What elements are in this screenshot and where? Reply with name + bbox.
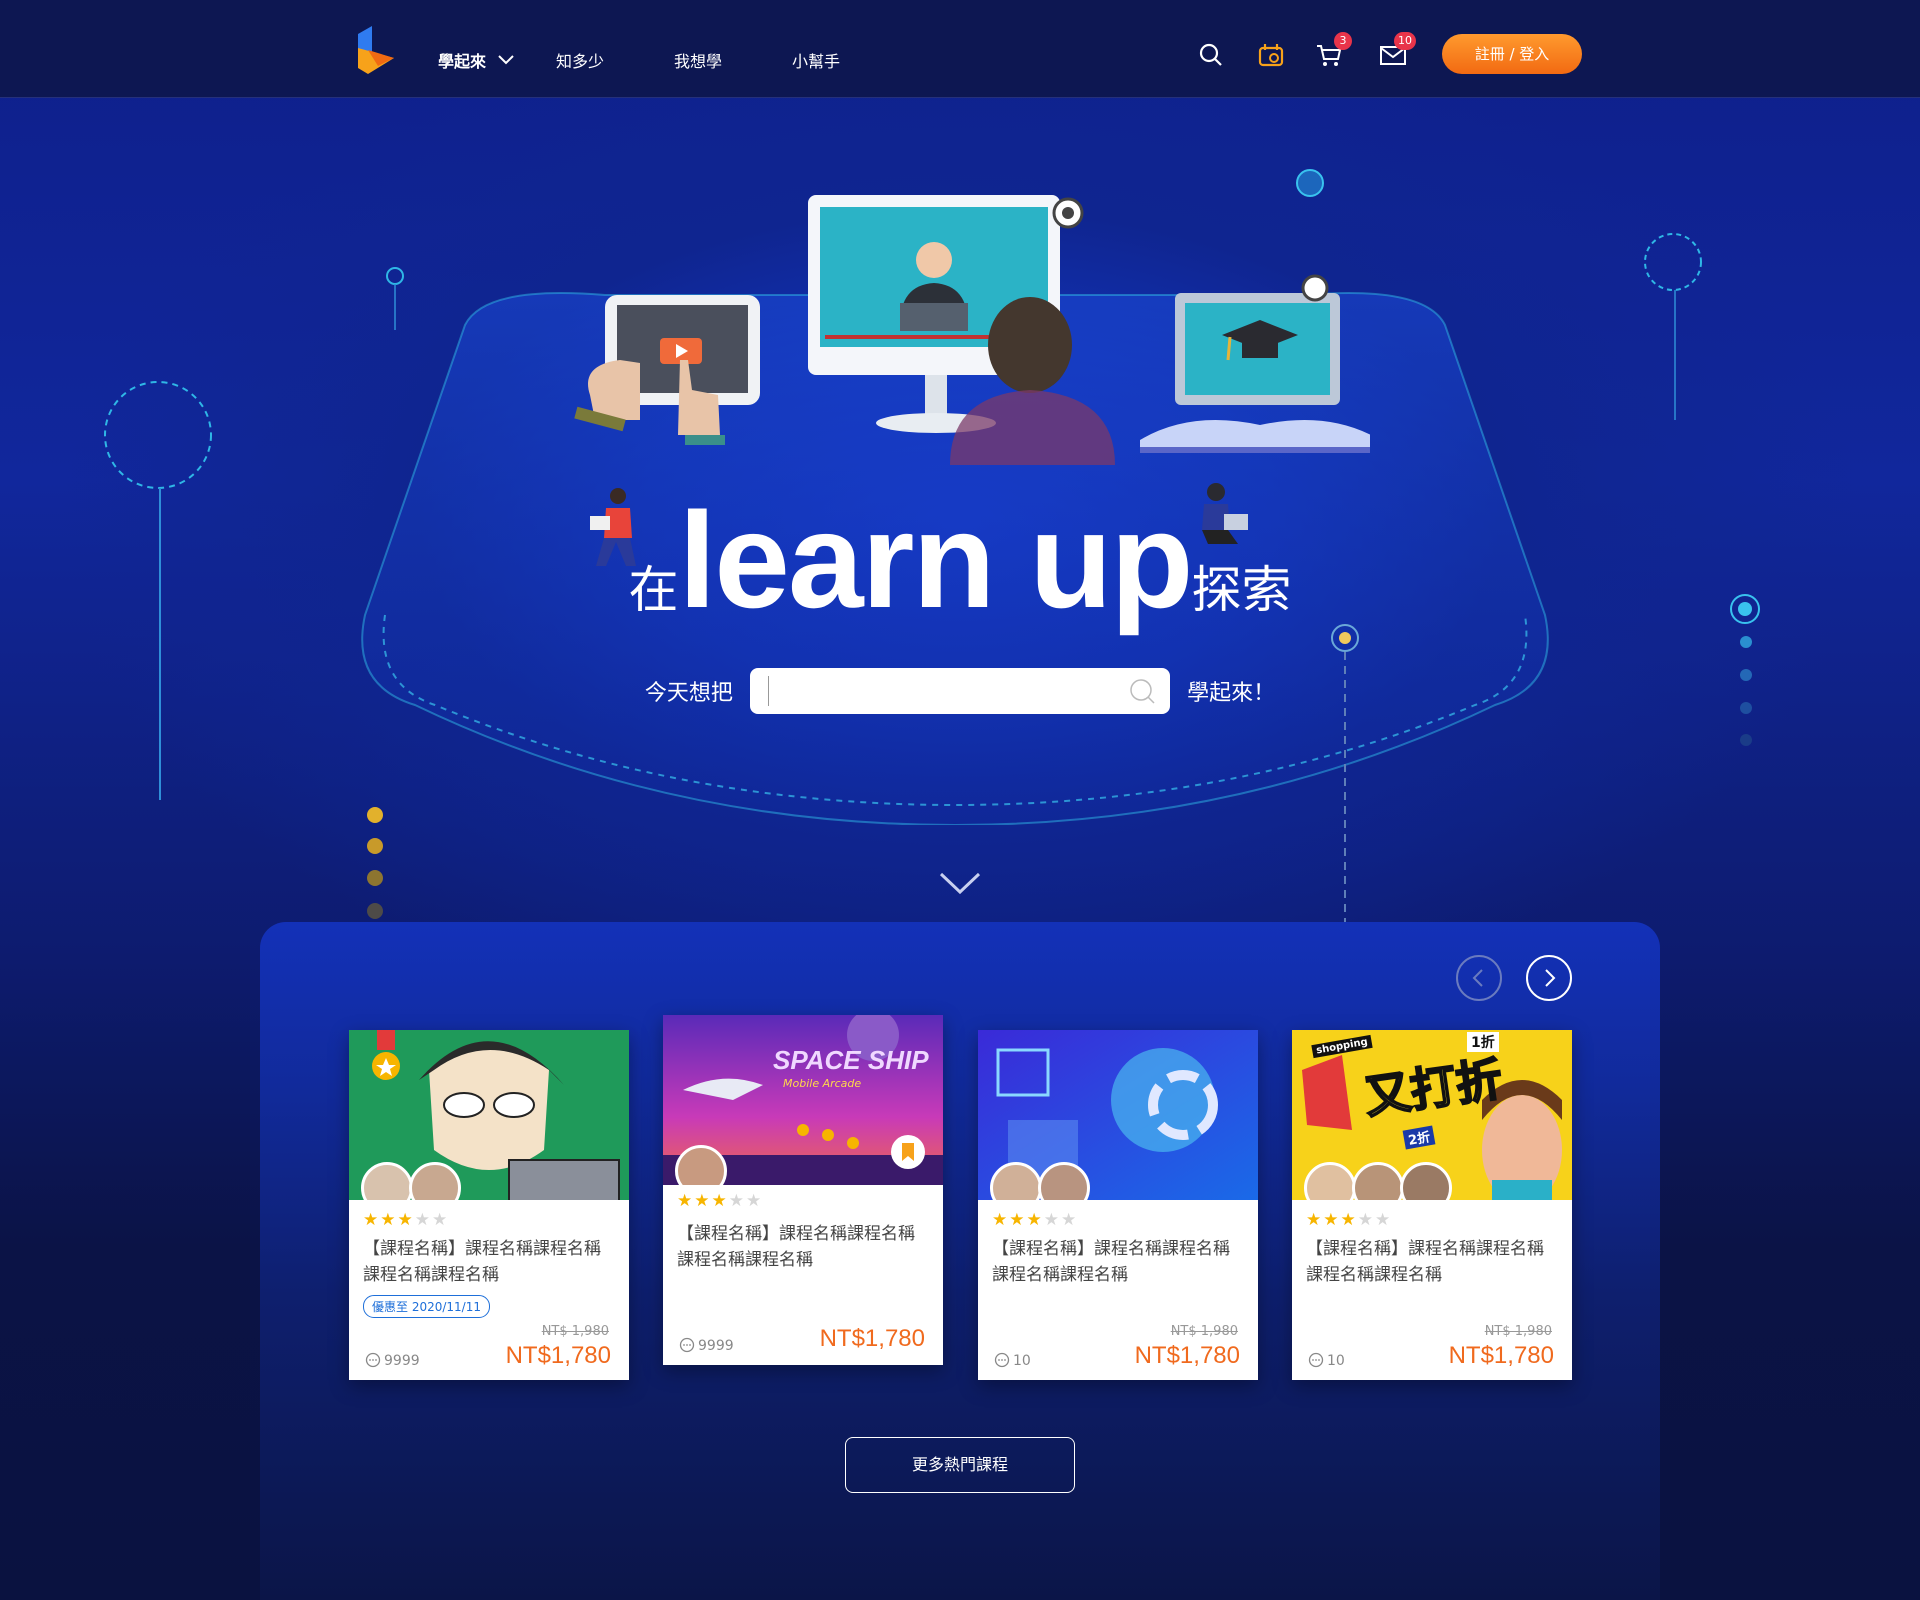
bookmark-icon[interactable] [891,1135,925,1169]
chat-bubble-icon [679,1337,695,1353]
learnup-logo[interactable] [354,24,400,76]
mail-count-badge: 10 [1394,32,1416,50]
hero-illustration [574,195,1370,465]
star-icon: ★ [1340,1210,1358,1230]
star-icon: ★ [992,1210,1010,1230]
discount-tag: 1折 [1467,1032,1499,1052]
nav-learn-label: 學起來 [438,52,487,71]
search-suffix-label: 學起來！ [1187,681,1276,706]
course-card[interactable]: 又打折 1折 2折 shopping ★★★★★ 【課程名稱】課程名稱課程名稱課… [1292,1030,1572,1380]
comment-count: 9999 [679,1337,734,1354]
sale-price: NT$1,780 [1448,1342,1554,1369]
nav-learn[interactable]: 學起來 [438,48,514,72]
rating-stars: ★★★★★ [363,1210,449,1230]
hero-search-row: 今天想把 學起來！ [0,668,1920,714]
course-thumbnail: 又打折 1折 2折 shopping [1292,1030,1572,1200]
cart-icon[interactable]: 3 [1314,32,1352,70]
star-icon: ★ [1026,1210,1044,1230]
carousel-next-button[interactable] [1526,955,1572,1001]
course-thumbnail: SPACE SHIP Mobile Arcade [663,1015,943,1185]
original-price: NT$ 1,980 [541,1324,609,1339]
rating-stars: ★★★★★ [677,1191,763,1211]
star-icon: ★ [1043,1210,1061,1230]
nav-wish[interactable]: 我想學 [674,48,722,72]
chat-bubble-icon [1308,1352,1324,1368]
star-icon: ★ [380,1210,398,1230]
star-icon: ★ [1357,1210,1375,1230]
hero-title-brand: learn up [678,484,1194,636]
chevron-right-icon [1545,969,1556,987]
thumbnail-subtitle: Mobile Arcade [783,1077,862,1090]
hero-title-suffix: 探索 [1191,561,1292,619]
monitor-illustration [808,195,1115,465]
course-title: 【課程名稱】課程名稱課程名稱課程名稱課程名稱 [363,1239,601,1285]
star-icon: ★ [397,1210,415,1230]
carousel-prev-button[interactable] [1456,955,1502,1001]
search-prefix-label: 今天想把 [644,681,733,706]
hero-title-prefix: 在 [628,561,679,619]
course-card[interactable]: SPACE SHIP Mobile Arcade ★★★★★ 【課程名稱】課程名… [663,1015,943,1365]
hero-search-box[interactable] [750,668,1170,714]
mail-icon[interactable]: 10 [1378,32,1416,70]
sale-price: NT$1,780 [505,1342,611,1369]
cart-count-badge: 3 [1334,32,1352,50]
star-icon: ★ [363,1210,381,1230]
chevron-down-icon [497,55,514,65]
search-icon[interactable] [1128,677,1156,705]
chevron-left-icon [1472,969,1483,987]
star-icon: ★ [432,1210,450,1230]
comment-count-value: 9999 [698,1338,734,1354]
sale-price: NT$1,780 [1134,1342,1240,1369]
course-title: 【課程名稱】課程名稱課程名稱課程名稱課程名稱 [677,1224,915,1270]
comment-count: 10 [1308,1352,1345,1369]
hero-title: 在learn up探索 [0,492,1920,628]
comment-count-value: 9999 [384,1353,420,1369]
star-icon: ★ [728,1191,746,1211]
original-price: NT$ 1,980 [1170,1324,1238,1339]
star-icon: ★ [1375,1210,1393,1230]
star-icon: ★ [414,1210,432,1230]
rating-stars: ★★★★★ [992,1210,1078,1230]
star-icon: ★ [1323,1210,1341,1230]
comment-count-value: 10 [1013,1353,1031,1369]
course-thumbnail [349,1030,629,1200]
comment-count-value: 10 [1327,1353,1345,1369]
search-icon[interactable] [1196,40,1226,70]
course-card[interactable]: ★★★★★ 【課程名稱】課程名稱課程名稱課程名稱課程名稱 NT$ 1,980 N… [978,1030,1258,1380]
comment-count: 9999 [365,1352,420,1369]
star-icon: ★ [1009,1210,1027,1230]
course-card[interactable]: ★★★★★ 【課程名稱】課程名稱課程名稱課程名稱課程名稱 優惠至 2020/11… [349,1030,629,1380]
rating-stars: ★★★★★ [1306,1210,1392,1230]
more-popular-courses-button[interactable]: 更多熱門課程 [845,1437,1075,1493]
star-icon: ★ [711,1191,729,1211]
calendar-wallet-icon[interactable] [1256,40,1286,70]
promo-badge: 優惠至 2020/11/11 [363,1295,490,1318]
course-thumbnail [978,1030,1258,1200]
nav-helper[interactable]: 小幫手 [792,48,840,72]
hero-search-input[interactable] [768,676,1108,706]
chat-bubble-icon [365,1352,381,1368]
course-title: 【課程名稱】課程名稱課程名稱課程名稱課程名稱 [1306,1239,1544,1285]
star-icon: ★ [1306,1210,1324,1230]
star-icon: ★ [694,1191,712,1211]
chat-bubble-icon [994,1352,1010,1368]
comment-count: 10 [994,1352,1031,1369]
nav-knowledge[interactable]: 知多少 [556,48,604,72]
sale-price: NT$1,780 [819,1325,925,1352]
star-icon: ★ [677,1191,695,1211]
top-navbar: 學起來 知多少 我想學 小幫手 3 10 註冊 / 登入 [0,0,1920,98]
original-price: NT$ 1,980 [1484,1324,1552,1339]
star-icon: ★ [746,1191,764,1211]
graduation-illustration [1140,274,1370,453]
course-title: 【課程名稱】課程名稱課程名稱課程名稱課程名稱 [992,1239,1230,1285]
scroll-down-chevron-icon[interactable] [938,870,982,896]
thumbnail-title: SPACE SHIP [773,1045,929,1075]
login-register-button[interactable]: 註冊 / 登入 [1442,34,1582,74]
star-icon: ★ [1061,1210,1079,1230]
tablet-illustration [574,295,760,445]
